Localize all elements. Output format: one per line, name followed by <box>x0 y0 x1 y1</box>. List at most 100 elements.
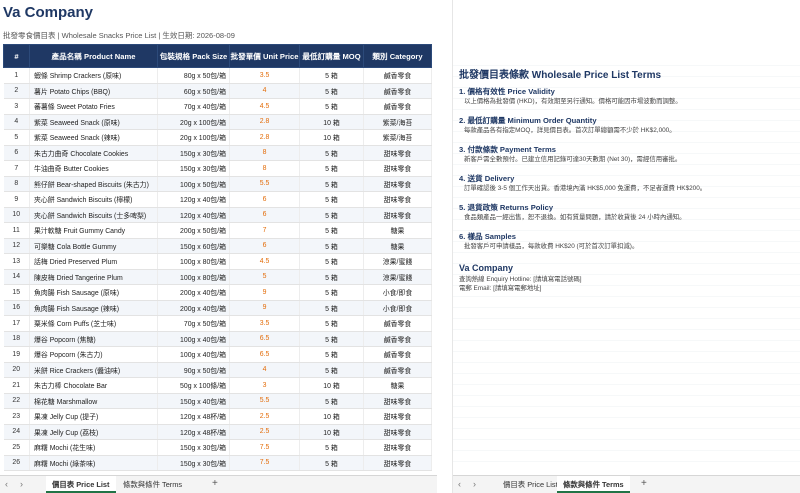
cell-unit-price[interactable]: 5.5 <box>229 393 300 409</box>
cell-moq[interactable]: 10 箱 <box>299 424 364 440</box>
cell-category[interactable]: 鹹香零食 <box>363 331 432 347</box>
cell-product-name[interactable]: 話梅 Dried Preserved Plum <box>29 253 158 270</box>
cell-pack-size[interactable]: 150g x 60包/箱 <box>157 238 230 254</box>
cell-unit-price[interactable]: 9 <box>229 300 300 316</box>
cell-moq[interactable]: 5 箱 <box>299 207 364 223</box>
tab-terms[interactable]: 條款與條件 Terms <box>557 476 630 493</box>
cell-number[interactable]: 7 <box>3 160 30 177</box>
cell-number[interactable]: 14 <box>3 269 30 285</box>
cell-number[interactable]: 23 <box>3 408 30 425</box>
cell-pack-size[interactable]: 100g x 40包/箱 <box>157 346 230 363</box>
cell-category[interactable]: 鹹香零食 <box>363 362 432 378</box>
cell-number[interactable]: 17 <box>3 315 30 332</box>
cell-moq[interactable]: 10 箱 <box>299 377 364 394</box>
cell-product-name[interactable]: 爆谷 Popcorn (焦糖) <box>29 331 158 347</box>
cell-category[interactable]: 涼果/蜜餞 <box>363 253 432 270</box>
cell-moq[interactable]: 5 箱 <box>299 362 364 378</box>
col-header-pack-size[interactable]: 包裝規格 Pack Size <box>157 44 230 68</box>
cell-moq[interactable]: 5 箱 <box>299 393 364 409</box>
cell-moq[interactable]: 5 箱 <box>299 253 364 270</box>
plus-icon[interactable]: + <box>212 478 218 489</box>
cell-product-name[interactable]: 紫菜 Seaweed Snack (辣味) <box>29 129 158 146</box>
cell-number[interactable]: 25 <box>3 439 30 456</box>
cell-product-name[interactable]: 果汁軟糖 Fruit Gummy Candy <box>29 222 158 239</box>
cell-product-name[interactable]: 果凍 Jelly Cup (荔枝) <box>29 424 158 440</box>
cell-category[interactable]: 糖果 <box>363 238 432 254</box>
cell-category[interactable]: 甜味零食 <box>363 160 432 177</box>
cell-product-name[interactable]: 紫菜 Seaweed Snack (原味) <box>29 114 158 130</box>
chevron-left-icon[interactable]: ‹ <box>5 479 8 489</box>
cell-unit-price[interactable]: 8 <box>229 160 300 177</box>
cell-moq[interactable]: 5 箱 <box>299 346 364 363</box>
cell-number[interactable]: 5 <box>3 129 30 146</box>
cell-product-name[interactable]: 麻糬 Mochi (綠茶味) <box>29 455 158 471</box>
cell-category[interactable]: 鹹香零食 <box>363 83 432 99</box>
cell-unit-price[interactable]: 3.5 <box>229 67 300 84</box>
cell-category[interactable]: 甜味零食 <box>363 393 432 409</box>
cell-pack-size[interactable]: 150g x 30包/箱 <box>157 455 230 471</box>
cell-category[interactable]: 甜味零食 <box>363 191 432 208</box>
cell-product-name[interactable]: 蝦條 Shrimp Crackers (原味) <box>29 67 158 84</box>
cell-number[interactable]: 16 <box>3 300 30 316</box>
cell-moq[interactable]: 5 箱 <box>299 222 364 239</box>
cell-moq[interactable]: 5 箱 <box>299 176 364 192</box>
tab-price-list[interactable]: 價目表 Price List <box>497 476 564 493</box>
cell-product-name[interactable]: 麻糬 Mochi (花生味) <box>29 439 158 456</box>
cell-unit-price[interactable]: 8 <box>229 145 300 161</box>
cell-product-name[interactable]: 陳皮梅 Dried Tangerine Plum <box>29 269 158 285</box>
cell-product-name[interactable]: 棉花糖 Marshmallow <box>29 393 158 409</box>
col-header-category[interactable]: 類別 Category <box>363 44 432 68</box>
cell-product-name[interactable]: 粟米條 Corn Puffs (芝士味) <box>29 315 158 332</box>
plus-icon[interactable]: + <box>641 478 647 489</box>
cell-product-name[interactable]: 夾心餅 Sandwich Biscuits (士多啤梨) <box>29 207 158 223</box>
cell-unit-price[interactable]: 2.5 <box>229 424 300 440</box>
cell-unit-price[interactable]: 5.5 <box>229 176 300 192</box>
cell-unit-price[interactable]: 6.5 <box>229 346 300 363</box>
cell-pack-size[interactable]: 20g x 100包/箱 <box>157 129 230 146</box>
cell-number[interactable]: 10 <box>3 207 30 223</box>
cell-pack-size[interactable]: 50g x 100條/箱 <box>157 377 230 394</box>
cell-number[interactable]: 9 <box>3 191 30 208</box>
cell-category[interactable]: 甜味零食 <box>363 207 432 223</box>
cell-number[interactable]: 22 <box>3 393 30 409</box>
cell-pack-size[interactable]: 150g x 30包/箱 <box>157 439 230 456</box>
cell-unit-price[interactable]: 4.5 <box>229 98 300 115</box>
cell-category[interactable]: 小食/即食 <box>363 284 432 301</box>
cell-category[interactable]: 甜味零食 <box>363 408 432 425</box>
cell-unit-price[interactable]: 7.5 <box>229 455 300 471</box>
cell-moq[interactable]: 5 箱 <box>299 315 364 332</box>
cell-pack-size[interactable]: 120g x 40包/箱 <box>157 207 230 223</box>
cell-unit-price[interactable]: 6 <box>229 207 300 223</box>
cell-unit-price[interactable]: 3.5 <box>229 315 300 332</box>
cell-moq[interactable]: 5 箱 <box>299 145 364 161</box>
cell-unit-price[interactable]: 7.5 <box>229 439 300 456</box>
cell-product-name[interactable]: 朱古力曲奇 Chocolate Cookies <box>29 145 158 161</box>
tab-price-list[interactable]: 價目表 Price List <box>46 476 116 493</box>
col-header-number[interactable]: # <box>3 44 30 68</box>
cell-pack-size[interactable]: 150g x 40包/箱 <box>157 393 230 409</box>
cell-unit-price[interactable]: 3 <box>229 377 300 394</box>
cell-number[interactable]: 3 <box>3 98 30 115</box>
cell-product-name[interactable]: 蕃薯條 Sweet Potato Fries <box>29 98 158 115</box>
cell-pack-size[interactable]: 100g x 40包/箱 <box>157 331 230 347</box>
cell-pack-size[interactable]: 60g x 50包/箱 <box>157 83 230 99</box>
cell-moq[interactable]: 10 箱 <box>299 114 364 130</box>
cell-number[interactable]: 20 <box>3 362 30 378</box>
cell-moq[interactable]: 5 箱 <box>299 238 364 254</box>
cell-number[interactable]: 4 <box>3 114 30 130</box>
cell-moq[interactable]: 5 箱 <box>299 83 364 99</box>
cell-product-name[interactable]: 魚肉腸 Fish Sausage (原味) <box>29 284 158 301</box>
cell-unit-price[interactable]: 2.8 <box>229 129 300 146</box>
tab-terms[interactable]: 條款與條件 Terms <box>117 476 188 493</box>
cell-unit-price[interactable]: 4 <box>229 83 300 99</box>
cell-pack-size[interactable]: 80g x 50包/箱 <box>157 67 230 84</box>
cell-pack-size[interactable]: 70g x 50包/箱 <box>157 315 230 332</box>
cell-moq[interactable]: 5 箱 <box>299 98 364 115</box>
cell-unit-price[interactable]: 6.5 <box>229 331 300 347</box>
cell-product-name[interactable]: 魚肉腸 Fish Sausage (辣味) <box>29 300 158 316</box>
cell-unit-price[interactable]: 6 <box>229 238 300 254</box>
cell-product-name[interactable]: 米餅 Rice Crackers (醬油味) <box>29 362 158 378</box>
cell-pack-size[interactable]: 200g x 50包/箱 <box>157 222 230 239</box>
cell-unit-price[interactable]: 5 <box>229 269 300 285</box>
cell-category[interactable]: 甜味零食 <box>363 439 432 456</box>
